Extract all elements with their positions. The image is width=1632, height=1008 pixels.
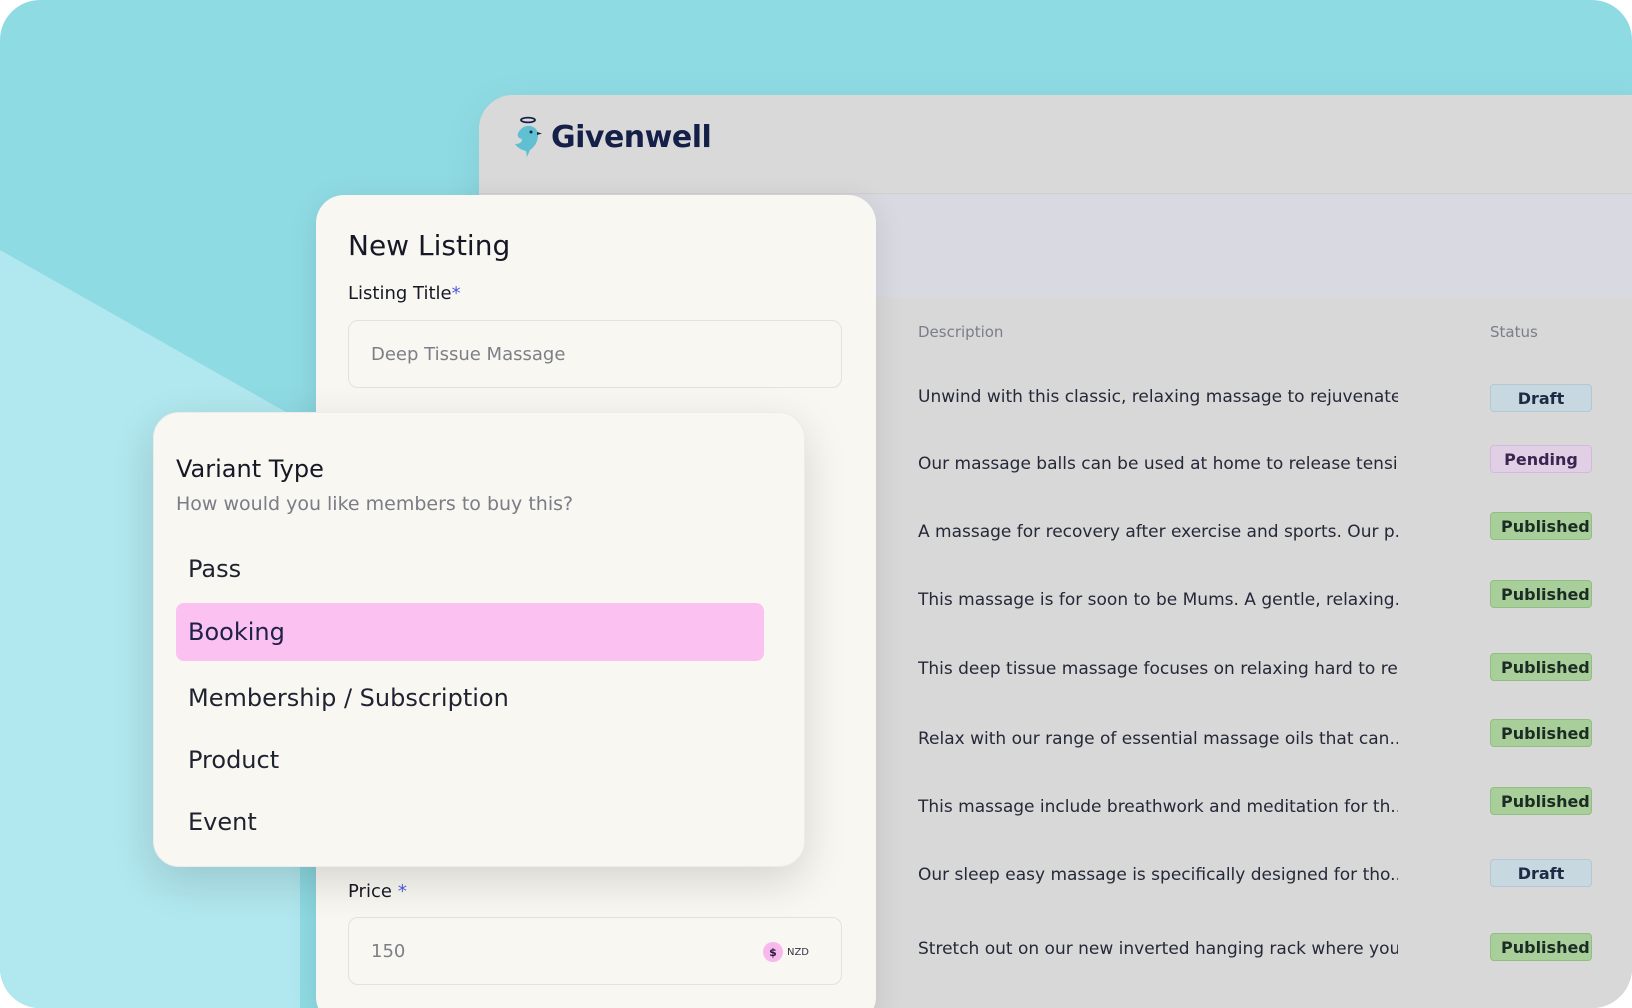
status-badge: Published xyxy=(1490,787,1592,815)
card-title: New Listing xyxy=(348,229,511,262)
variant-option-booking[interactable]: Booking xyxy=(176,603,764,661)
required-mark: * xyxy=(451,283,461,304)
price-label-text: Price xyxy=(348,881,392,902)
price-input[interactable]: 150 $ NZD xyxy=(348,917,842,985)
table-row-description[interactable]: This deep tissue massage focuses on rela… xyxy=(918,659,1398,679)
status-badge: Draft xyxy=(1490,384,1592,412)
variant-option-product[interactable]: Product xyxy=(176,731,764,789)
background: Givenwell Description Status Unwind with… xyxy=(0,0,1632,1008)
table-row-description[interactable]: This massage is for soon to be Mums. A g… xyxy=(918,590,1398,610)
status-badge: Published xyxy=(1490,653,1592,681)
brand-logo[interactable]: Givenwell xyxy=(511,115,712,159)
bird-with-halo-icon xyxy=(515,116,542,157)
currency-indicator[interactable]: $ NZD xyxy=(762,942,809,962)
app-header: Givenwell xyxy=(479,95,1632,194)
table-row-description[interactable]: Relax with our range of essential massag… xyxy=(918,729,1398,749)
price-value: 150 xyxy=(371,940,406,962)
variant-option-event[interactable]: Event xyxy=(176,793,764,851)
table-row-description[interactable]: A massage for recovery after exercise an… xyxy=(918,522,1398,542)
listing-title-label: Listing Title* xyxy=(348,283,461,304)
table-row-description[interactable]: Unwind with this classic, relaxing massa… xyxy=(918,387,1398,407)
price-label: Price * xyxy=(348,881,407,902)
listing-title-label-text: Listing Title xyxy=(348,283,452,304)
listing-title-value: Deep Tissue Massage xyxy=(371,343,566,365)
brand-name: Givenwell xyxy=(551,119,712,155)
status-badge: Pending xyxy=(1490,445,1592,473)
required-mark: * xyxy=(397,881,407,902)
listing-title-input[interactable]: Deep Tissue Massage xyxy=(348,320,842,388)
status-badge: Published xyxy=(1490,719,1592,747)
dollar-icon: $ xyxy=(762,942,783,962)
table-row-description[interactable]: Our massage balls can be used at home to… xyxy=(918,454,1398,474)
variant-subtitle: How would you like members to buy this? xyxy=(176,493,574,515)
variant-option-membership[interactable]: Membership / Subscription xyxy=(176,669,764,727)
currency-code: NZD xyxy=(786,946,809,958)
status-badge: Published xyxy=(1490,580,1592,608)
column-header-status[interactable]: Status xyxy=(1490,323,1538,341)
status-badge: Published xyxy=(1490,512,1592,540)
variant-option-pass[interactable]: Pass xyxy=(176,540,764,598)
status-badge: Published xyxy=(1490,933,1592,961)
column-header-description[interactable]: Description xyxy=(918,323,1003,341)
status-badge: Draft xyxy=(1490,859,1592,887)
table-row-description[interactable]: Our sleep easy massage is specifically d… xyxy=(918,865,1398,885)
table-row-description[interactable]: Stretch out on our new inverted hanging … xyxy=(918,939,1398,959)
variant-title: Variant Type xyxy=(176,455,324,483)
variant-type-dropdown: Variant Type How would you like members … xyxy=(153,412,805,867)
table-row-description[interactable]: This massage include breathwork and medi… xyxy=(918,797,1398,817)
